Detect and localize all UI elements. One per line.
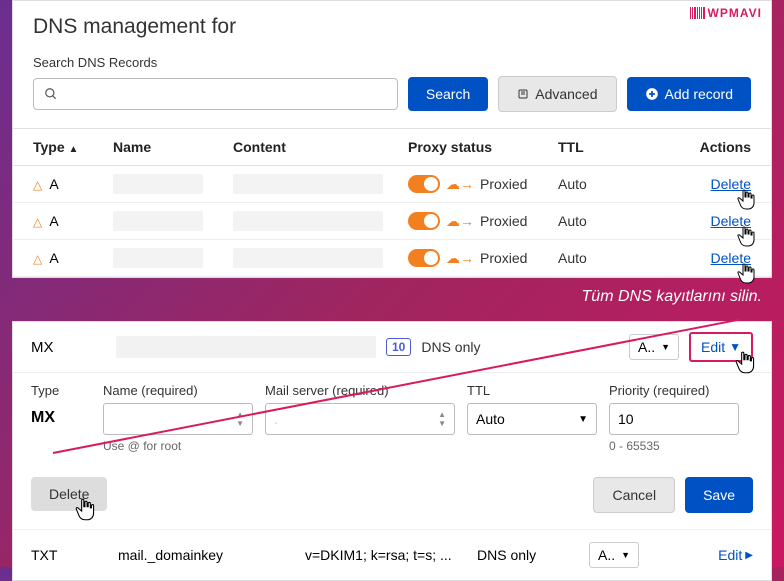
stepper-down-icon[interactable]: ▼ xyxy=(236,419,244,428)
mx-name-redacted xyxy=(116,336,376,358)
form-type-col: Type MX xyxy=(31,383,91,453)
col-name[interactable]: Name xyxy=(113,139,233,155)
edit-link[interactable]: Edit▶ xyxy=(718,547,753,563)
cell-type: △ A xyxy=(33,250,113,266)
delete-link[interactable]: Delete xyxy=(711,250,751,266)
cell-content xyxy=(233,211,408,231)
sliders-icon xyxy=(517,88,529,100)
form-actions: Delete Cancel Save xyxy=(13,459,771,529)
dns-panel-bottom: MX 10 DNS only A..▼ Edit▼ Type MX Name (… xyxy=(12,321,772,581)
search-input[interactable] xyxy=(33,78,398,110)
cell-actions: Delete xyxy=(628,176,751,192)
cancel-button[interactable]: Cancel xyxy=(593,477,675,513)
stepper-up-icon[interactable]: ▲ xyxy=(438,410,446,419)
caret-down-icon: ▼ xyxy=(621,550,630,560)
cell-name xyxy=(113,174,233,194)
priority-badge: 10 xyxy=(386,338,411,356)
col-content[interactable]: Content xyxy=(233,139,408,155)
form-ttl-col: TTL Auto ▼ xyxy=(467,383,597,453)
mx-summary-row: MX 10 DNS only A..▼ Edit▼ xyxy=(13,322,771,373)
table-header: Type ▲ Name Content Proxy status TTL Act… xyxy=(13,128,771,166)
cell-content xyxy=(233,248,408,268)
cell-proxy: ☁→ Proxied xyxy=(408,212,558,230)
caret-right-icon: ▶ xyxy=(745,550,753,561)
proxy-toggle[interactable] xyxy=(408,212,440,230)
priority-helper: 0 - 65535 xyxy=(609,439,739,453)
save-button[interactable]: Save xyxy=(685,477,753,513)
plus-circle-icon xyxy=(645,87,659,101)
cell-ttl: Auto xyxy=(558,176,628,192)
warning-triangle-icon: △ xyxy=(33,252,42,266)
proxy-toggle[interactable] xyxy=(408,249,440,267)
cloud-arrow-icon: ☁→ xyxy=(446,250,474,267)
table-row: △ A ☁→ Proxied Auto Delete xyxy=(13,240,771,277)
search-button[interactable]: Search xyxy=(408,77,488,111)
edit-button[interactable]: Edit▼ xyxy=(689,332,753,362)
brand-logo: WPMAVI xyxy=(690,6,762,20)
caret-down-icon: ▼ xyxy=(578,414,588,425)
priority-label: Priority (required) xyxy=(609,383,739,398)
cloud-arrow-icon: ☁→ xyxy=(446,213,474,230)
txt-type: TXT xyxy=(31,547,106,563)
form-priority-col: Priority (required) 10 0 - 65535 xyxy=(609,383,739,453)
cell-content xyxy=(233,174,408,194)
stepper-down-icon[interactable]: ▼ xyxy=(438,419,446,428)
table-row: △ A ☁→ Proxied Auto Delete xyxy=(13,166,771,203)
cell-actions: Delete xyxy=(628,250,751,266)
barcode-icon xyxy=(690,7,705,19)
type-value: MX xyxy=(31,403,91,427)
sort-asc-icon: ▲ xyxy=(69,144,79,155)
txt-row: TXT mail._domainkey v=DKIM1; k=rsa; t=s;… xyxy=(13,529,771,580)
add-record-button[interactable]: Add record xyxy=(627,77,751,111)
advanced-button[interactable]: Advanced xyxy=(498,76,616,112)
delete-button[interactable]: Delete xyxy=(31,477,107,511)
cell-type: △ A xyxy=(33,176,113,192)
delete-link[interactable]: Delete xyxy=(711,213,751,229)
type-mx: MX xyxy=(31,339,106,356)
cloud-arrow-icon: ☁→ xyxy=(446,176,474,193)
table-row: △ A ☁→ Proxied Auto Delete xyxy=(13,203,771,240)
proxied-label: Proxied xyxy=(480,213,527,229)
col-ttl[interactable]: TTL xyxy=(558,139,628,155)
proxy-status-text: DNS only xyxy=(421,339,480,355)
page-title: DNS management for xyxy=(13,1,771,45)
cell-ttl: Auto xyxy=(558,213,628,229)
ttl-input[interactable]: Auto ▼ xyxy=(467,403,597,435)
proxied-label: Proxied xyxy=(480,176,527,192)
cell-proxy: ☁→ Proxied xyxy=(408,249,558,267)
proxy-toggle[interactable] xyxy=(408,175,440,193)
name-helper: Use @ for root xyxy=(103,439,253,453)
warning-triangle-icon: △ xyxy=(33,178,42,192)
cell-name xyxy=(113,248,233,268)
name-label: Name (required) xyxy=(103,383,253,398)
col-actions: Actions xyxy=(628,139,751,155)
caption-text: Tüm DNS kayıtlarını silin. xyxy=(0,288,762,306)
mail-label: Mail server (required) xyxy=(265,383,455,398)
warning-triangle-icon: △ xyxy=(33,215,42,229)
caret-down-icon: ▼ xyxy=(729,340,741,354)
txt-value: v=DKIM1; k=rsa; t=s; ... xyxy=(305,547,465,563)
cell-proxy: ☁→ Proxied xyxy=(408,175,558,193)
cell-name xyxy=(113,211,233,231)
cell-actions: Delete xyxy=(628,213,751,229)
cell-ttl: Auto xyxy=(558,250,628,266)
delete-link[interactable]: Delete xyxy=(711,176,751,192)
proxied-label: Proxied xyxy=(480,250,527,266)
search-label: Search DNS Records xyxy=(33,55,751,70)
priority-input[interactable]: 10 xyxy=(609,403,739,435)
cell-type: △ A xyxy=(33,213,113,229)
ttl-select[interactable]: A..▼ xyxy=(589,542,639,568)
txt-proxy-status: DNS only xyxy=(477,547,577,563)
txt-name: mail._domainkey xyxy=(118,547,293,563)
col-proxy[interactable]: Proxy status xyxy=(408,139,558,155)
col-type[interactable]: Type ▲ xyxy=(33,139,113,155)
search-section: Search DNS Records Search Advanced Add r… xyxy=(13,45,771,128)
search-icon xyxy=(44,87,58,101)
caret-down-icon: ▼ xyxy=(661,342,670,352)
type-label: Type xyxy=(31,383,91,398)
mail-input[interactable]: . ▲▼ xyxy=(265,403,455,435)
dns-panel-top: DNS management for Search DNS Records Se… xyxy=(12,0,772,278)
ttl-label: TTL xyxy=(467,383,597,398)
